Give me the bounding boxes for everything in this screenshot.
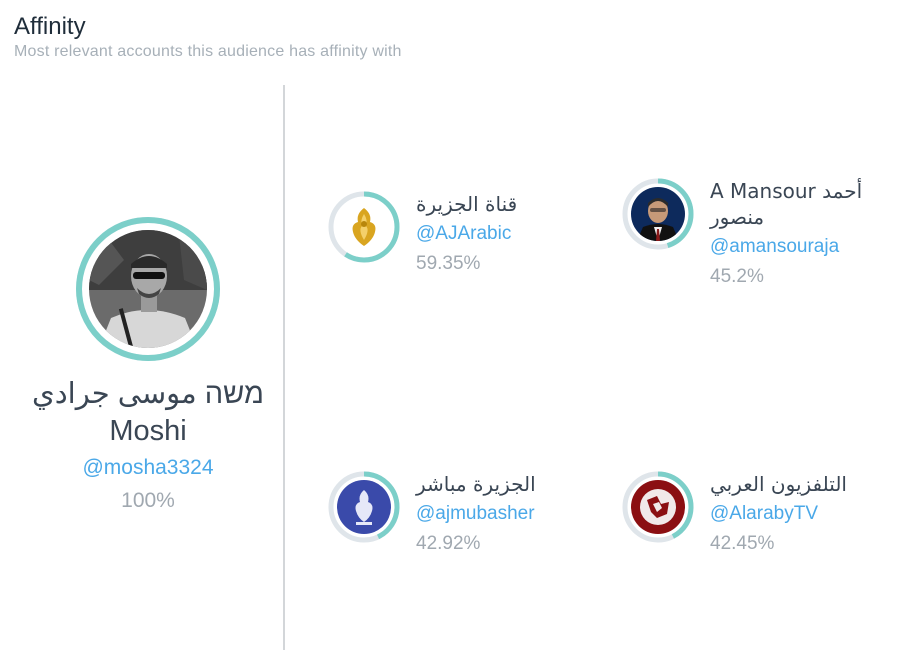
account-handle[interactable]: @ajmubasher [416, 501, 566, 527]
account-name: الجزيرة مباشر [416, 472, 536, 496]
account-handle[interactable]: @AJArabic [416, 221, 566, 247]
page-title: Affinity [14, 13, 86, 40]
account-info: التلفزيون العربي @AlarabyTV 42.45% [710, 471, 860, 557]
account-name: قناة الجزيرة [416, 192, 518, 216]
main-profile-card: משה موسى جرادي Moshi @mosha3324 100% [0, 210, 296, 515]
account-handle[interactable]: @amansouraja [710, 234, 860, 260]
main-avatar[interactable] [75, 216, 221, 362]
page-subtitle: Most relevant accounts this audience has… [14, 43, 402, 60]
account-handle[interactable]: @AlarabyTV [710, 501, 860, 527]
alaraby-tv-logo-icon [631, 480, 685, 534]
account-percent: 42.92% [416, 533, 481, 554]
avatar-man-suit-icon [631, 187, 685, 241]
account-percent: 59.35% [416, 253, 481, 274]
main-profile-name: משה موسى جرادي [32, 378, 264, 410]
account-name: A Mansour أحمد منصور [710, 179, 863, 229]
account-info: قناة الجزيرة @AJArabic 59.35% [416, 191, 566, 277]
account-info: A Mansour أحمد منصور @amansouraja 45.2% [710, 178, 862, 290]
al-jazeera-mubasher-logo-icon [337, 480, 391, 534]
main-profile-percent: 100% [121, 489, 175, 512]
al-jazeera-gold-logo-icon [337, 200, 391, 254]
main-profile-handle[interactable]: @mosha3324 [0, 454, 296, 482]
account-info: الجزيرة مباشر @ajmubasher 42.92% [416, 471, 566, 557]
account-name: التلفزيون العربي [710, 472, 847, 496]
account-percent: 45.2% [710, 266, 764, 287]
affinity-header: Affinity Most relevant accounts this aud… [14, 12, 402, 63]
main-profile-photo [89, 230, 207, 348]
main-profile-name-secondary: Moshi [109, 415, 187, 447]
account-percent: 42.45% [710, 533, 775, 554]
